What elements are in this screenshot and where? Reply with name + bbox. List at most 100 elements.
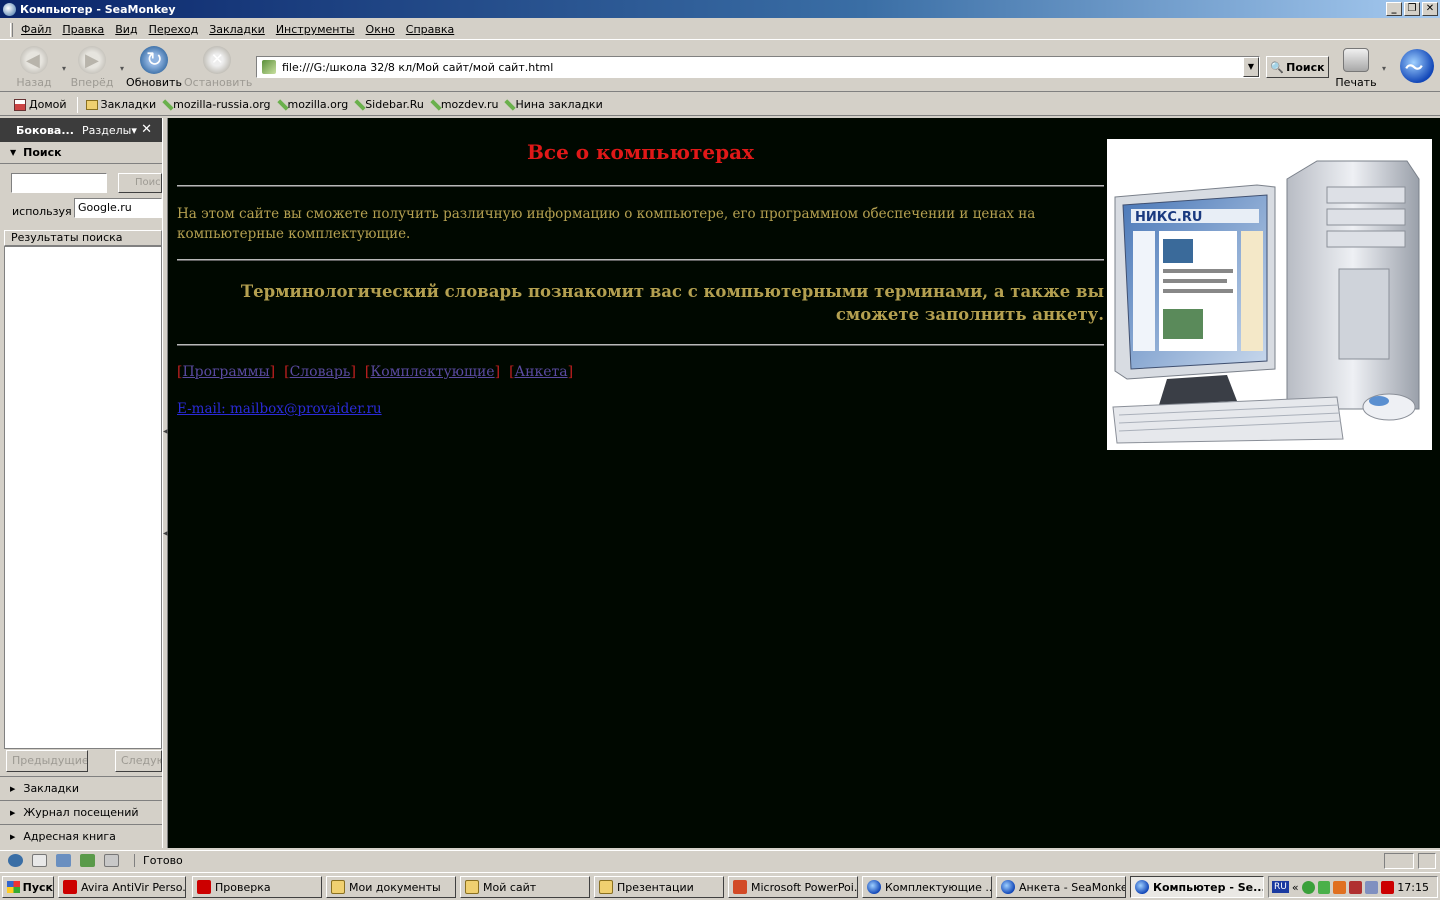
bookmark-mozilla-russia[interactable]: mozilla-russia.org [162, 98, 271, 111]
bookmark-sidebar-ru[interactable]: Sidebar.Ru [354, 98, 424, 111]
using-label: используя [12, 205, 72, 218]
minimize-button[interactable]: _ [1386, 2, 1402, 16]
messenger-icon[interactable] [1317, 880, 1331, 894]
volume-icon[interactable] [1365, 880, 1379, 894]
sidebar-sections-menu[interactable]: Разделы▾ [82, 124, 137, 137]
separator [76, 96, 78, 113]
task-survey[interactable]: Анкета - SeaMonkey [996, 876, 1126, 898]
reload-button[interactable]: Обновить [126, 46, 182, 90]
search-button-label: Поиск [1286, 60, 1325, 74]
print-label: Печать [1335, 76, 1377, 89]
task-presentations[interactable]: Презентации [594, 876, 724, 898]
print-dropdown-icon[interactable]: ▾ [1382, 64, 1386, 73]
url-input[interactable] [282, 60, 1243, 74]
navigation-toolbar: Назад ▾ Вперёд ▾ Обновить Остановить ▼ 🔍… [0, 42, 1440, 92]
task-scan[interactable]: Проверка [192, 876, 322, 898]
section-label: Адресная книга [23, 830, 116, 843]
task-avira[interactable]: Avira AntiVir Perso... [58, 876, 186, 898]
search-button[interactable]: 🔍 Поиск [1266, 56, 1329, 78]
sidebar-section-history[interactable]: ▶ Журнал посещений [0, 800, 162, 824]
sidebar-close-icon[interactable]: ✕ [141, 122, 152, 137]
search-panel-header[interactable]: ▼ Поиск [0, 142, 162, 164]
link-components[interactable]: Комплектующие [370, 364, 494, 380]
language-indicator[interactable]: RU [1272, 881, 1289, 893]
navigator-icon[interactable] [8, 854, 23, 867]
task-label: Avira AntiVir Perso... [81, 880, 186, 894]
print-button[interactable]: Печать [1332, 46, 1380, 90]
task-my-site[interactable]: Мой сайт [460, 876, 590, 898]
menu-file[interactable]: Файл [19, 23, 60, 36]
forward-label: Вперёд [70, 76, 114, 89]
next-results-button[interactable]: Следующие [115, 750, 162, 772]
start-button[interactable]: Пуск [2, 876, 54, 898]
seamonkey-throbber-icon[interactable] [1400, 49, 1434, 83]
powerpoint-icon [733, 880, 747, 894]
clock[interactable]: 17:15 [1397, 881, 1429, 894]
email-link[interactable]: E-mail: mailbox@provaider.ru [177, 401, 382, 417]
menu-edit[interactable]: Правка [60, 23, 113, 36]
menu-view[interactable]: Вид [113, 23, 146, 36]
forward-dropdown-icon[interactable]: ▾ [120, 64, 124, 73]
back-arrow-icon [20, 46, 48, 74]
back-button[interactable]: Назад [6, 46, 62, 90]
app-tray-icon[interactable] [1333, 880, 1347, 894]
avira-icon[interactable] [1381, 880, 1395, 894]
bookmark-nina[interactable]: Нина закладки [504, 98, 603, 111]
close-button[interactable]: ✕ [1422, 2, 1438, 16]
bookmark-mozdev[interactable]: mozdev.ru [430, 98, 498, 111]
image-logo-text: НИКС.RU [1135, 210, 1202, 225]
toolbar-grip[interactable] [10, 22, 13, 37]
link-dictionary[interactable]: Словарь [290, 364, 351, 380]
task-label: Презентации [617, 880, 694, 894]
bookmark-mozilla[interactable]: mozilla.org [276, 98, 348, 111]
menu-window[interactable]: Окно [364, 23, 404, 36]
task-my-documents[interactable]: Мои документы [326, 876, 456, 898]
composer-icon[interactable] [56, 854, 71, 867]
menu-go[interactable]: Переход [147, 23, 208, 36]
bookmark-home[interactable]: Домой [14, 98, 67, 111]
previous-results-button[interactable]: Предыдущие [6, 750, 88, 772]
folder-icon [85, 99, 98, 110]
url-bar[interactable]: ▼ [256, 56, 1260, 78]
security-lock-icon[interactable] [1418, 853, 1436, 869]
search-engine-select[interactable]: Google.ru [74, 198, 162, 218]
section-label: Журнал посещений [23, 806, 139, 819]
page-proxy-icon[interactable] [262, 60, 276, 74]
bookmark-label: Sidebar.Ru [365, 98, 424, 111]
bookmark-folder-bookmarks[interactable]: Закладки [85, 98, 156, 111]
forward-arrow-icon [78, 46, 106, 74]
seamonkey-icon [867, 880, 881, 894]
sidebar-section-bookmarks[interactable]: ▶ Закладки [0, 776, 162, 800]
chat-icon[interactable] [104, 854, 119, 867]
section-label: Закладки [23, 782, 79, 795]
magnifier-icon: 🔍 [1270, 60, 1285, 74]
folder-icon [331, 880, 345, 894]
computer-image: НИКС.RU [1107, 139, 1432, 450]
forward-button[interactable]: Вперёд [64, 46, 120, 90]
restore-button[interactable]: ❐ [1404, 2, 1420, 16]
app-tray-icon[interactable] [1349, 880, 1363, 894]
sidebar-section-address-book[interactable]: ▶ Адресная книга [0, 824, 162, 848]
search-results-list[interactable] [4, 246, 162, 749]
task-components[interactable]: Комплектующие ... [862, 876, 992, 898]
menu-help[interactable]: Справка [404, 23, 463, 36]
sidebar-search-input[interactable] [11, 173, 107, 193]
home-icon [14, 98, 26, 111]
tray-expand-chevron[interactable]: « [1292, 881, 1299, 894]
search-results-header[interactable]: Результаты поиска [4, 230, 162, 246]
addressbook-icon[interactable] [80, 854, 95, 867]
task-powerpoint[interactable]: Microsoft PowerPoi... [728, 876, 858, 898]
mail-icon[interactable] [32, 854, 47, 867]
bookmark-icon [276, 98, 289, 111]
menu-bookmarks[interactable]: Закладки [207, 23, 274, 36]
url-history-dropdown-icon[interactable]: ▼ [1243, 57, 1259, 77]
menu-bar: Файл Правка Вид Переход Закладки Инструм… [0, 20, 1440, 40]
link-programs[interactable]: Программы [182, 364, 269, 380]
network-icon[interactable] [1301, 880, 1315, 894]
stop-button[interactable]: Остановить [184, 46, 252, 90]
sidebar-search-button[interactable]: Поиск [118, 173, 162, 193]
link-survey[interactable]: Анкета [515, 364, 568, 380]
task-computer-active[interactable]: Компьютер - Se... [1130, 876, 1264, 898]
menu-tools[interactable]: Инструменты [274, 23, 364, 36]
back-label: Назад [16, 76, 52, 89]
